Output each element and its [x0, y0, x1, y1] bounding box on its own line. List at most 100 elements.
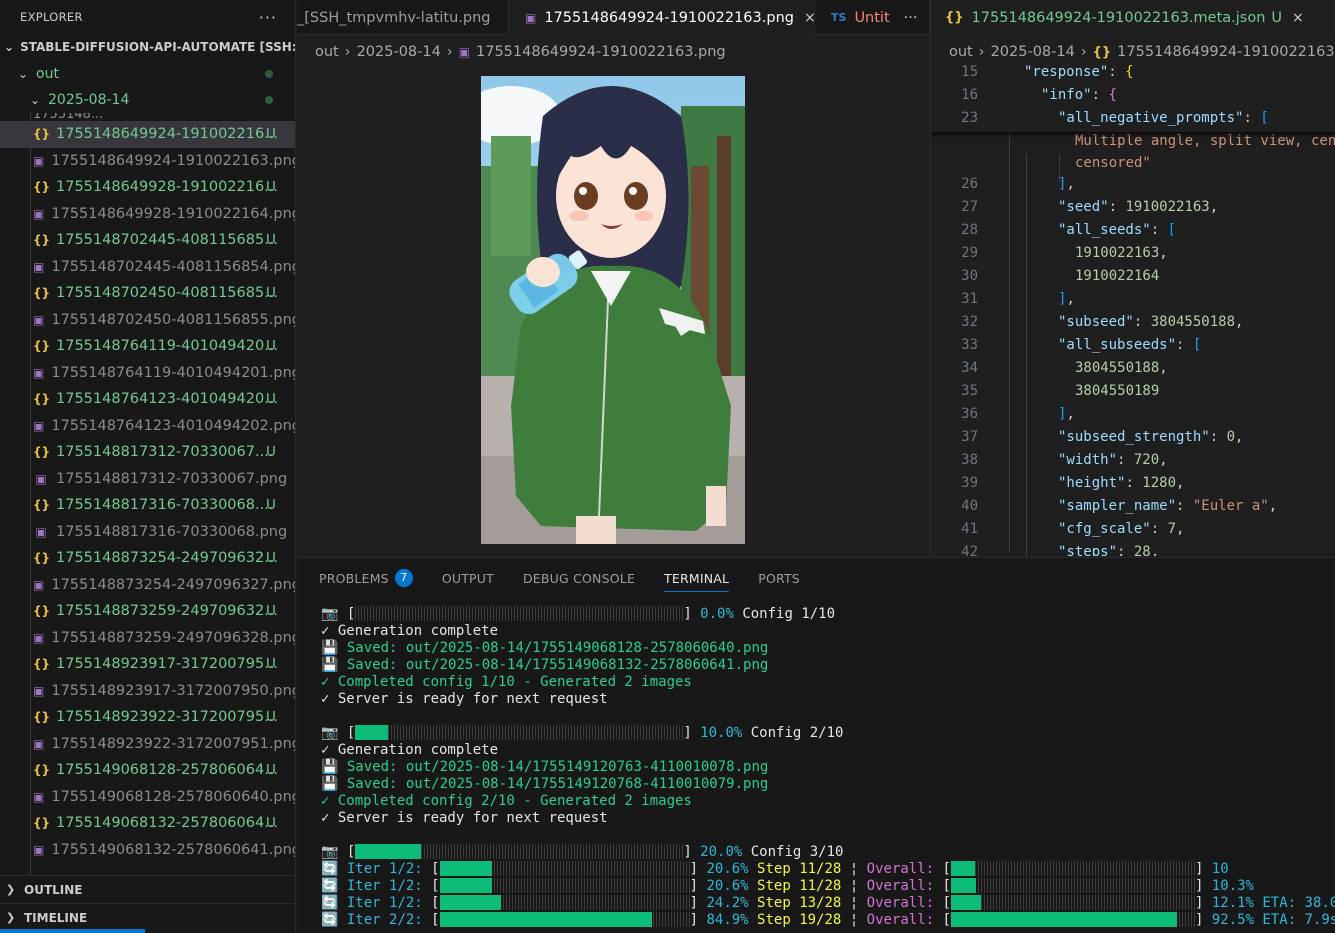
folder-out[interactable]: ⌄ out	[0, 61, 295, 88]
file-row[interactable]: ▣ 1755148817312-70330067.png	[0, 466, 295, 493]
save-icon: 💾	[321, 657, 347, 673]
iteration-line: 🔄 Iter 1/2: [] 20.6% Step 11/28 ¦ Overal…	[321, 861, 1331, 878]
code-line: "all_negative_prompts": [	[1058, 110, 1269, 126]
refresh-icon: 🔄	[321, 878, 347, 894]
file-row[interactable]: {} 1755148873259-249709632... U	[0, 598, 295, 625]
explorer-header: EXPLORER ···	[0, 0, 295, 34]
code-line: "steps": 28,	[1058, 544, 1160, 556]
git-untracked-badge: U	[266, 232, 276, 249]
code-line: "subseed_strength": 0,	[1058, 429, 1244, 445]
breadcrumb-right: out › 2025-08-14 › {} 1755148649924-1910…	[949, 37, 1335, 67]
overall-percent: 92.5%	[1211, 912, 1254, 928]
terminal-line: ✓ Generation complete	[321, 742, 1331, 759]
git-untracked-badge: U	[266, 391, 276, 408]
image-preview[interactable]	[481, 76, 745, 544]
code-line: "width": 720,	[1058, 452, 1168, 468]
panel-tab-debug-console[interactable]: DEBUG CONSOLE	[523, 558, 635, 598]
bracket: [	[431, 878, 440, 894]
breadcrumb-item[interactable]: 1755148649924-1910022163.me	[1117, 44, 1335, 60]
file-name: 1755148649924-191002216...	[56, 126, 279, 143]
partial-file-row[interactable]: 1755148...	[0, 113, 295, 121]
file-name: 1755148873259-249709632...	[56, 603, 279, 620]
file-row[interactable]: ▣ 1755148817316-70330068.png	[0, 519, 295, 546]
file-row[interactable]: {} 1755148702445-408115685... U	[0, 227, 295, 254]
breadcrumb-item[interactable]: 1755148649924-1910022163.png	[476, 44, 726, 60]
file-row[interactable]: ▣ 1755148649924-1910022163.png	[0, 148, 295, 175]
file-row[interactable]: ▣ 1755148764119-4010494201.png	[0, 360, 295, 387]
file-row[interactable]: ▣ 1755148764123-4010494202.png	[0, 413, 295, 440]
terminal-line: 💾 Saved: out/2025-08-14/1755149068128-25…	[321, 640, 1331, 657]
explorer-more-icon[interactable]: ···	[259, 8, 277, 27]
more-actions-icon[interactable]: ···	[904, 10, 918, 26]
progress-line: 📷 [] 10.0% Config 2/10	[321, 725, 1331, 742]
file-row[interactable]: {} 1755148764123-401049420... U	[0, 386, 295, 413]
code-line: "sampler_name": "Euler a",	[1058, 498, 1278, 514]
file-row[interactable]: {} 1755149068132-257806064... U	[0, 810, 295, 837]
file-row[interactable]: {} 1755148817316-70330068.... U	[0, 492, 295, 519]
code-line: 3804550189	[1075, 383, 1160, 399]
overall-label: Overall:	[866, 861, 943, 877]
file-row[interactable]: ▣ 1755148873254-2497096327.png	[0, 572, 295, 599]
close-icon[interactable]: ×	[1292, 10, 1304, 26]
image-file-icon: ▣	[33, 630, 45, 645]
line-number: 39	[961, 475, 978, 491]
terminal-line: 💾 Saved: out/2025-08-14/1755149068132-25…	[321, 657, 1331, 674]
file-row[interactable]: ▣ 1755148702445-4081156854.png	[0, 254, 295, 281]
image-file-icon: ▣	[458, 45, 470, 59]
file-row[interactable]: {} 1755148817312-70330067.... U	[0, 439, 295, 466]
terminal-output[interactable]: 📷 [] 0.0% Config 1/10 ✓ Generation comple…	[321, 606, 1335, 933]
panel-tab-problems[interactable]: PROBLEMS 7	[319, 558, 413, 598]
project-root[interactable]: ⌄ STABLE-DIFFUSION-API-AUTOMATE [SSH:...	[0, 34, 295, 61]
file-name: 1755148923922-317200795...	[56, 709, 279, 726]
file-row[interactable]: {} 1755149068128-257806064... U	[0, 757, 295, 784]
breadcrumb-item[interactable]: out	[315, 44, 339, 60]
line-number: 38	[961, 452, 978, 468]
file-row[interactable]: {} 1755148649928-191002216... U	[0, 174, 295, 201]
panel-tab-output[interactable]: OUTPUT	[442, 558, 494, 598]
timeline-section[interactable]: ❯ TIMELINE	[0, 903, 295, 931]
editor-tab[interactable]: {} 1755148649924-1910022163.meta.json U ×	[931, 0, 1335, 35]
file-row[interactable]: ▣ 1755148873259-2497096328.png	[0, 625, 295, 652]
overall-percent: 10.3%	[1211, 878, 1254, 894]
breadcrumb-item[interactable]: 2025-08-14	[357, 44, 441, 60]
editor-tab[interactable]: ▣ 1755148649924-1910022163.png ×	[509, 0, 815, 35]
line-number: 36	[961, 406, 978, 422]
file-row[interactable]: {} 1755148649924-191002216... U	[0, 121, 295, 148]
image-file-icon: ▣	[33, 418, 45, 433]
breadcrumb-item[interactable]: out	[949, 44, 973, 60]
chevron-right-icon: ›	[446, 44, 453, 60]
line-number: 15	[961, 64, 978, 80]
bracket: ]	[689, 861, 707, 877]
breadcrumb-item[interactable]: 2025-08-14	[991, 44, 1075, 60]
image-file-icon: ▣	[35, 471, 47, 486]
folder-date[interactable]: ⌄ 2025-08-14	[0, 87, 295, 114]
file-row[interactable]: {} 1755148702450-408115685... U	[0, 280, 295, 307]
outline-section[interactable]: ❯ OUTLINE	[0, 875, 295, 903]
file-name: 1755148923922-3172007951.png	[51, 735, 296, 752]
file-row[interactable]: ▣ 1755148702450-4081156855.png	[0, 307, 295, 334]
problems-count-badge: 7	[394, 569, 413, 587]
editor-tab[interactable]: TS Untit ···	[815, 0, 930, 35]
editor-tab[interactable]: _[SSH_tmpvmhv-latitu.png	[297, 0, 509, 35]
file-row[interactable]: {} 1755148923917-317200795... U	[0, 651, 295, 678]
file-row[interactable]: ▣ 1755148923922-3172007951.png	[0, 731, 296, 758]
terminal-text: Server is ready for next request	[337, 810, 608, 826]
file-row[interactable]: ▣ 1755149068128-2578060640.png	[0, 784, 295, 811]
panel-tab-terminal[interactable]: TERMINAL	[664, 558, 730, 598]
camera-icon: 📷	[321, 725, 347, 741]
file-row[interactable]: ▣ 1755148649928-1910022164.png	[0, 201, 295, 228]
anime-girl-illustration	[481, 76, 745, 544]
modified-dot-icon	[265, 69, 273, 78]
save-icon: 💾	[321, 640, 347, 656]
file-row[interactable]: ▣ 1755149068132-2578060641.png	[0, 837, 295, 864]
bracket: [	[431, 912, 440, 928]
file-row[interactable]: {} 1755148923922-317200795... U	[0, 704, 295, 731]
iter-progress-bar	[439, 912, 690, 927]
file-row[interactable]: {} 1755148764119-401049420... U	[0, 333, 295, 360]
git-untracked-badge: U	[266, 815, 276, 832]
terminal-text: Generation complete	[337, 623, 499, 639]
file-row[interactable]: ▣ 1755148923917-3172007950.png	[0, 678, 295, 705]
file-row[interactable]: {} 1755148873254-249709632... U	[0, 545, 295, 572]
close-icon[interactable]: ×	[804, 10, 814, 26]
panel-tab-ports[interactable]: PORTS	[758, 558, 800, 598]
